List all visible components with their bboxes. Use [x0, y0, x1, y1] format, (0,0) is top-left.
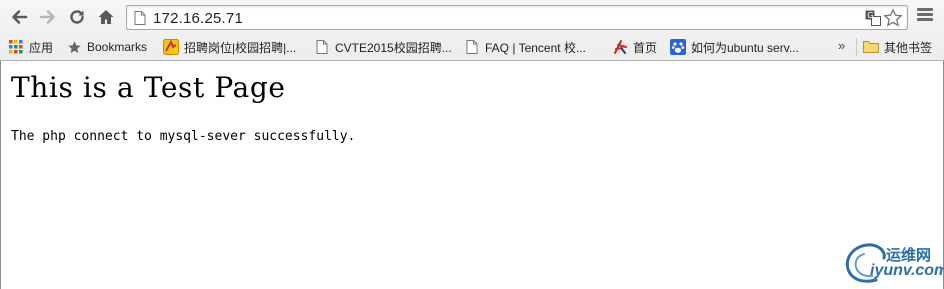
bookmarks-bar: 应用 Bookmarks 招聘岗位|校园招聘|... CVTE2015校园招聘.… — [0, 35, 944, 58]
folder-icon — [863, 39, 879, 55]
translate-icon[interactable]: G — [865, 10, 881, 26]
star-icon — [66, 39, 82, 55]
site-favicon-icon — [163, 39, 179, 55]
arrow-right-icon — [39, 10, 55, 24]
back-button[interactable] — [8, 6, 30, 28]
arrow-left-icon — [12, 10, 28, 24]
svg-text:G: G — [867, 11, 873, 20]
page-heading: This is a Test Page — [11, 71, 286, 104]
browser-toolbar: 172.16.25.71 G — [0, 0, 944, 35]
baidu-paw-icon — [670, 39, 686, 55]
bookmark-faq-tencent[interactable]: FAQ | Tencent 校... — [464, 37, 586, 57]
bookmark-label: 招聘岗位|校园招聘|... — [184, 40, 297, 55]
status-message: The php connect to mysql-sever successfu… — [11, 129, 356, 144]
bookmark-other-folder[interactable]: 其他书签 — [863, 37, 932, 57]
watermark-en-text: iyunv.com — [870, 262, 944, 279]
address-bar[interactable]: 172.16.25.71 G — [126, 5, 908, 30]
bookmark-home[interactable]: 首页 — [612, 37, 657, 57]
apps-grid-icon — [8, 39, 24, 55]
bookmark-ubuntu-server[interactable]: 如何为ubuntu serv... — [670, 37, 799, 57]
bookmark-recruitment[interactable]: 招聘岗位|校园招聘|... — [163, 37, 296, 57]
bookmark-label: FAQ | Tencent 校... — [485, 40, 586, 55]
bookmark-bookmarks[interactable]: Bookmarks — [66, 37, 147, 57]
bookmarks-divider — [856, 38, 857, 56]
bookmark-cvte[interactable]: CVTE2015校园招聘... — [314, 37, 452, 57]
bookmark-apps[interactable]: 应用 — [8, 37, 53, 57]
bookmark-star-icon[interactable] — [883, 8, 903, 28]
menu-icon — [917, 8, 933, 11]
home-button[interactable] — [95, 6, 117, 28]
forward-button[interactable] — [37, 6, 59, 28]
menu-button[interactable] — [915, 8, 935, 26]
bookmark-label: Bookmarks — [87, 40, 148, 54]
page-icon — [314, 39, 330, 55]
page-icon — [134, 11, 146, 25]
bookmark-label: 首页 — [633, 40, 658, 55]
url-text: 172.16.25.71 — [153, 10, 243, 27]
bookmarks-overflow-button[interactable]: » — [838, 38, 845, 53]
page-icon — [464, 39, 480, 55]
site-favicon-icon — [612, 39, 628, 55]
reload-button[interactable] — [66, 6, 88, 28]
browser-chrome: 172.16.25.71 G 应用 Bookmarks 招聘岗位|校园招聘|..… — [0, 0, 944, 61]
bookmark-label: 其他书签 — [884, 40, 933, 55]
watermark-logo: 运维网 iyunv.com — [836, 236, 944, 289]
bookmark-label: 如何为ubuntu serv... — [691, 40, 799, 55]
home-icon — [98, 10, 114, 24]
page-content: This is a Test Page The php connect to m… — [0, 61, 944, 289]
bookmark-label: CVTE2015校园招聘... — [335, 40, 452, 55]
bookmark-label: 应用 — [29, 40, 54, 55]
reload-icon — [70, 10, 84, 24]
